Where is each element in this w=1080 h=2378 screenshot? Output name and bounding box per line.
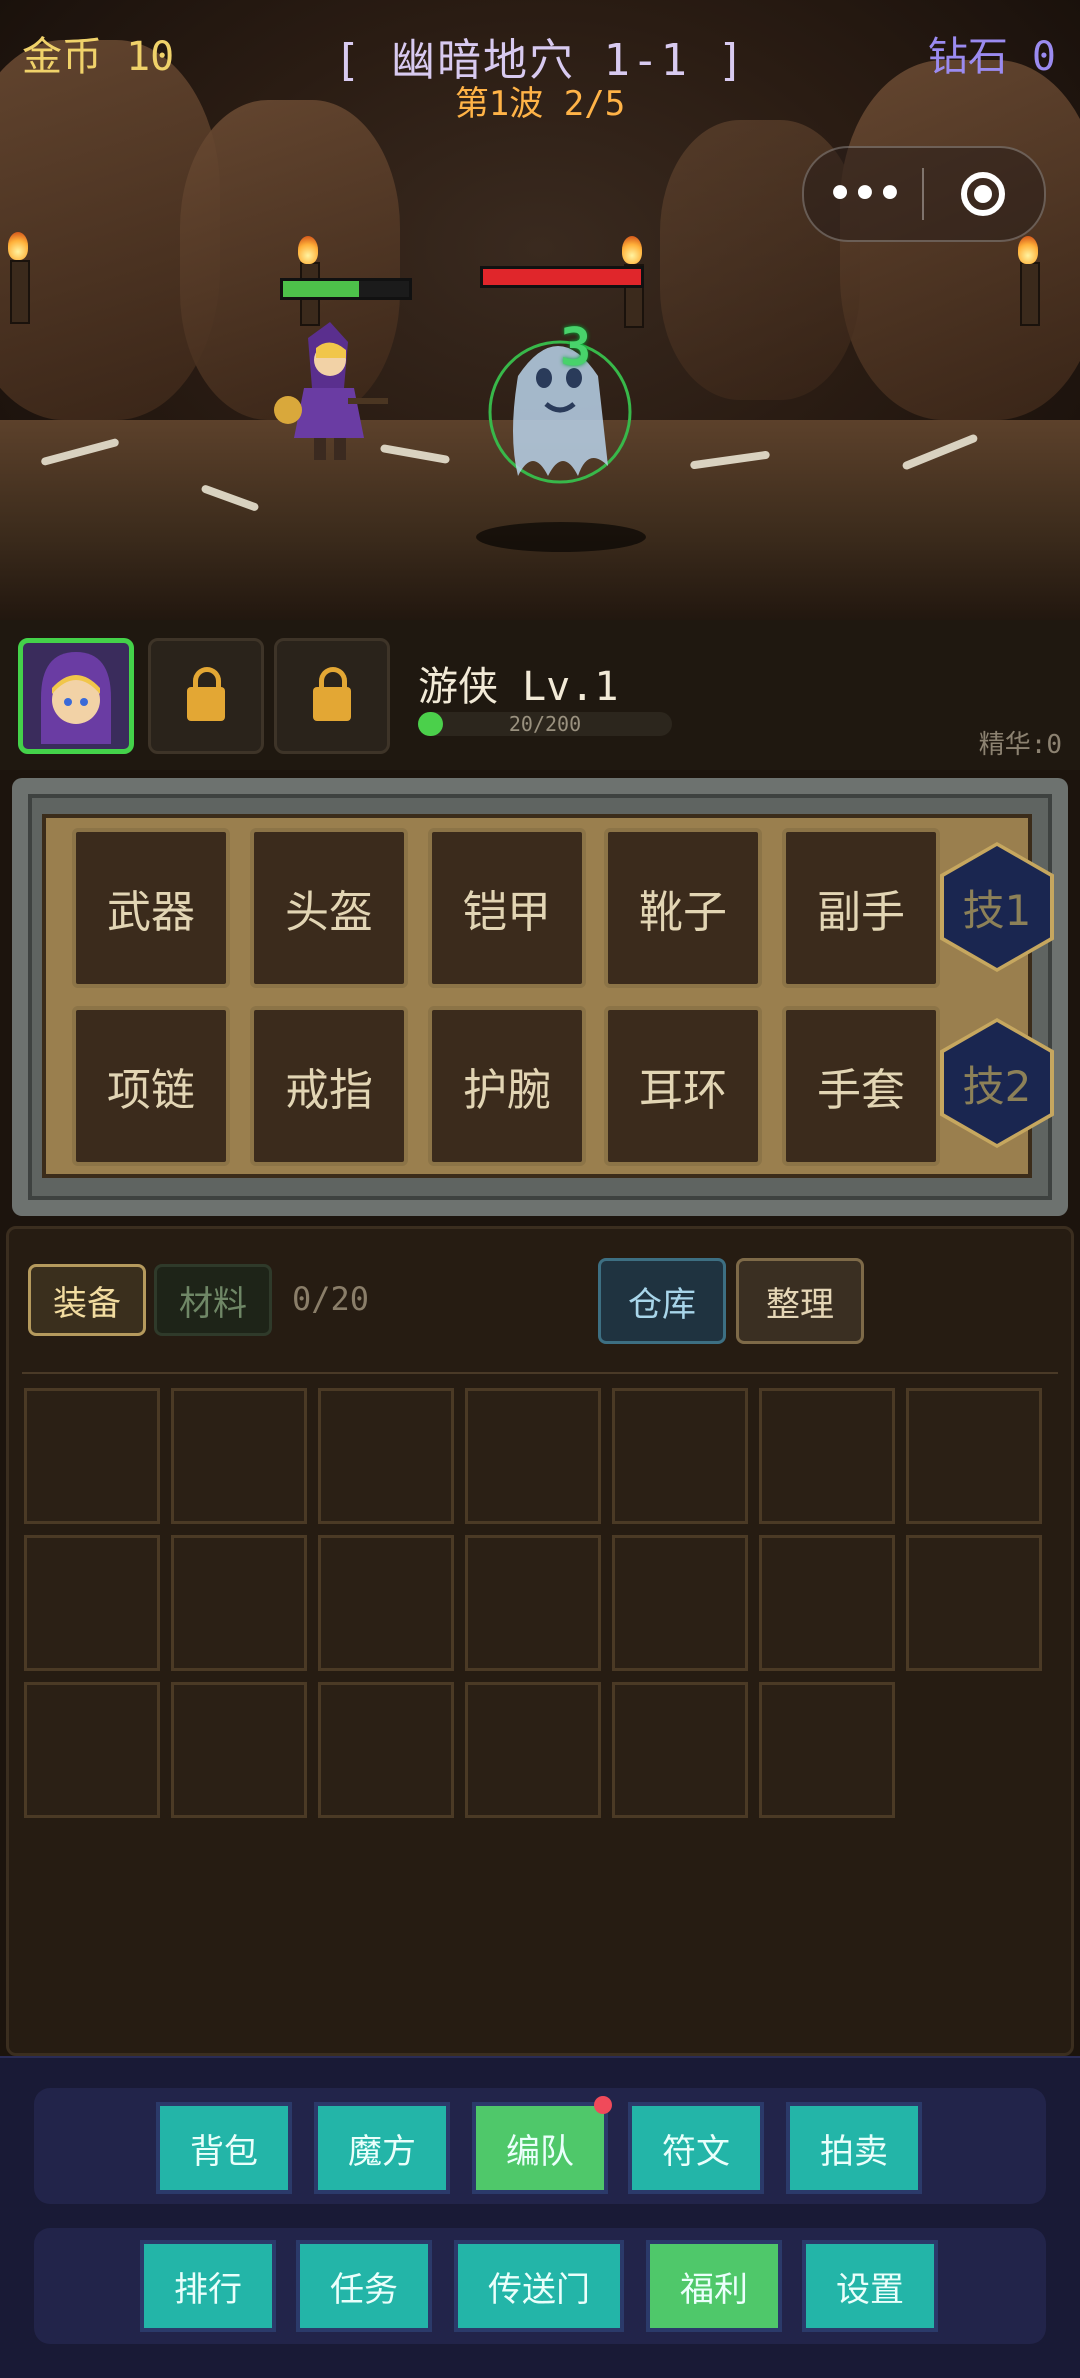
- ghost-enemy-sprite[interactable]: [478, 316, 638, 496]
- inventory-cell[interactable]: [612, 1682, 748, 1818]
- inventory-cell[interactable]: [612, 1388, 748, 1524]
- warehouse-button[interactable]: 仓库: [598, 1258, 726, 1344]
- inventory-cell[interactable]: [318, 1535, 454, 1671]
- menu-portal-button[interactable]: 传送门: [454, 2240, 624, 2332]
- bottom-menu: 背包 魔方 编队 符文 拍卖 排行 任务 传送门 福利 设置: [0, 2056, 1080, 2378]
- inventory-cell[interactable]: [906, 1535, 1042, 1671]
- hero-slot-ranger[interactable]: [18, 638, 134, 754]
- more-icon[interactable]: •••: [804, 154, 922, 234]
- wave-indicator: 第1波 2/5: [454, 84, 626, 124]
- menu-team-button[interactable]: 编队: [472, 2102, 608, 2194]
- inventory-cell[interactable]: [465, 1535, 601, 1671]
- xp-text: 20/200: [508, 712, 582, 736]
- equip-slot-gloves[interactable]: 手套: [782, 1006, 940, 1166]
- diamond-counter: 钻石 0: [927, 34, 1056, 80]
- hero-slot-locked-2[interactable]: [148, 638, 264, 754]
- inventory-cell[interactable]: [171, 1682, 307, 1818]
- equip-slot-necklace[interactable]: 项链: [72, 1006, 230, 1166]
- inventory-cell[interactable]: [24, 1535, 160, 1671]
- enemy-hp-bar: [480, 266, 644, 288]
- hero-slot-locked-3[interactable]: [274, 638, 390, 754]
- close-target-button[interactable]: [924, 172, 1042, 216]
- inventory-cell[interactable]: [759, 1388, 895, 1524]
- torch-icon: [10, 260, 30, 324]
- menu-settings-button[interactable]: 设置: [802, 2240, 938, 2332]
- equip-slot-helmet[interactable]: 头盔: [250, 828, 408, 988]
- tab-materials[interactable]: 材料: [154, 1264, 272, 1336]
- tab-equipment[interactable]: 装备: [28, 1264, 146, 1336]
- inventory-cell[interactable]: [24, 1388, 160, 1524]
- equip-slot-armor[interactable]: 铠甲: [428, 828, 586, 988]
- flame-icon: [8, 232, 28, 260]
- flame-icon: [622, 236, 642, 264]
- menu-welfare-button[interactable]: 福利: [646, 2240, 782, 2332]
- enemy-shadow: [476, 522, 646, 552]
- battle-scene: 3 金币 10 [ 幽暗地穴 1-1 ] 第1波 2/5 钻石 0 •••: [0, 0, 1080, 620]
- equip-slot-offhand[interactable]: 副手: [782, 828, 940, 988]
- equip-slot-boots[interactable]: 靴子: [604, 828, 762, 988]
- sort-button[interactable]: 整理: [736, 1258, 864, 1344]
- menu-quest-button[interactable]: 任务: [296, 2240, 432, 2332]
- inventory-divider: [22, 1372, 1058, 1374]
- inventory-cell[interactable]: [318, 1388, 454, 1524]
- miniprogram-capsule: •••: [802, 146, 1046, 242]
- lock-icon: [313, 667, 351, 721]
- flame-icon: [1018, 236, 1038, 264]
- lock-icon: [187, 667, 225, 721]
- menu-auction-button[interactable]: 拍卖: [786, 2102, 922, 2194]
- hero-hp-bar: [280, 278, 412, 300]
- menu-bag-button[interactable]: 背包: [156, 2102, 292, 2194]
- enemy-hp-fill: [483, 269, 641, 285]
- inventory-cell[interactable]: [906, 1388, 1042, 1524]
- inventory-cell[interactable]: [171, 1388, 307, 1524]
- inventory-cell[interactable]: [24, 1682, 160, 1818]
- hero-hp-fill: [283, 281, 359, 297]
- equip-slot-ring[interactable]: 戒指: [250, 1006, 408, 1166]
- inventory-cell[interactable]: [759, 1682, 895, 1818]
- equip-slot-weapon[interactable]: 武器: [72, 828, 230, 988]
- xp-bar: 20/200: [418, 712, 672, 736]
- target-icon: [961, 172, 1005, 216]
- flame-icon: [298, 236, 318, 264]
- equip-slot-earring[interactable]: 耳环: [604, 1006, 762, 1166]
- party-bar: 游侠 Lv.1 20/200 精华:0: [0, 620, 1080, 770]
- inventory-cell[interactable]: [318, 1682, 454, 1818]
- inventory-cell[interactable]: [171, 1535, 307, 1671]
- hero-name-level: 游侠 Lv.1: [418, 664, 619, 710]
- menu-rune-button[interactable]: 符文: [628, 2102, 764, 2194]
- damage-number: 3: [560, 318, 592, 378]
- inventory-cell[interactable]: [759, 1535, 895, 1671]
- essence-counter: 精华:0: [978, 730, 1062, 760]
- inventory-cell[interactable]: [465, 1388, 601, 1524]
- ranger-hero-sprite[interactable]: [268, 318, 388, 468]
- equip-slot-bracer[interactable]: 护腕: [428, 1006, 586, 1166]
- ranger-portrait-icon: [41, 652, 111, 744]
- inventory-cell[interactable]: [465, 1682, 601, 1818]
- inventory-count: 0/20: [292, 1280, 370, 1318]
- menu-cube-button[interactable]: 魔方: [314, 2102, 450, 2194]
- notification-dot: [594, 2096, 612, 2114]
- menu-rank-button[interactable]: 排行: [140, 2240, 276, 2332]
- torch-icon: [1020, 262, 1040, 326]
- inventory-cell[interactable]: [612, 1535, 748, 1671]
